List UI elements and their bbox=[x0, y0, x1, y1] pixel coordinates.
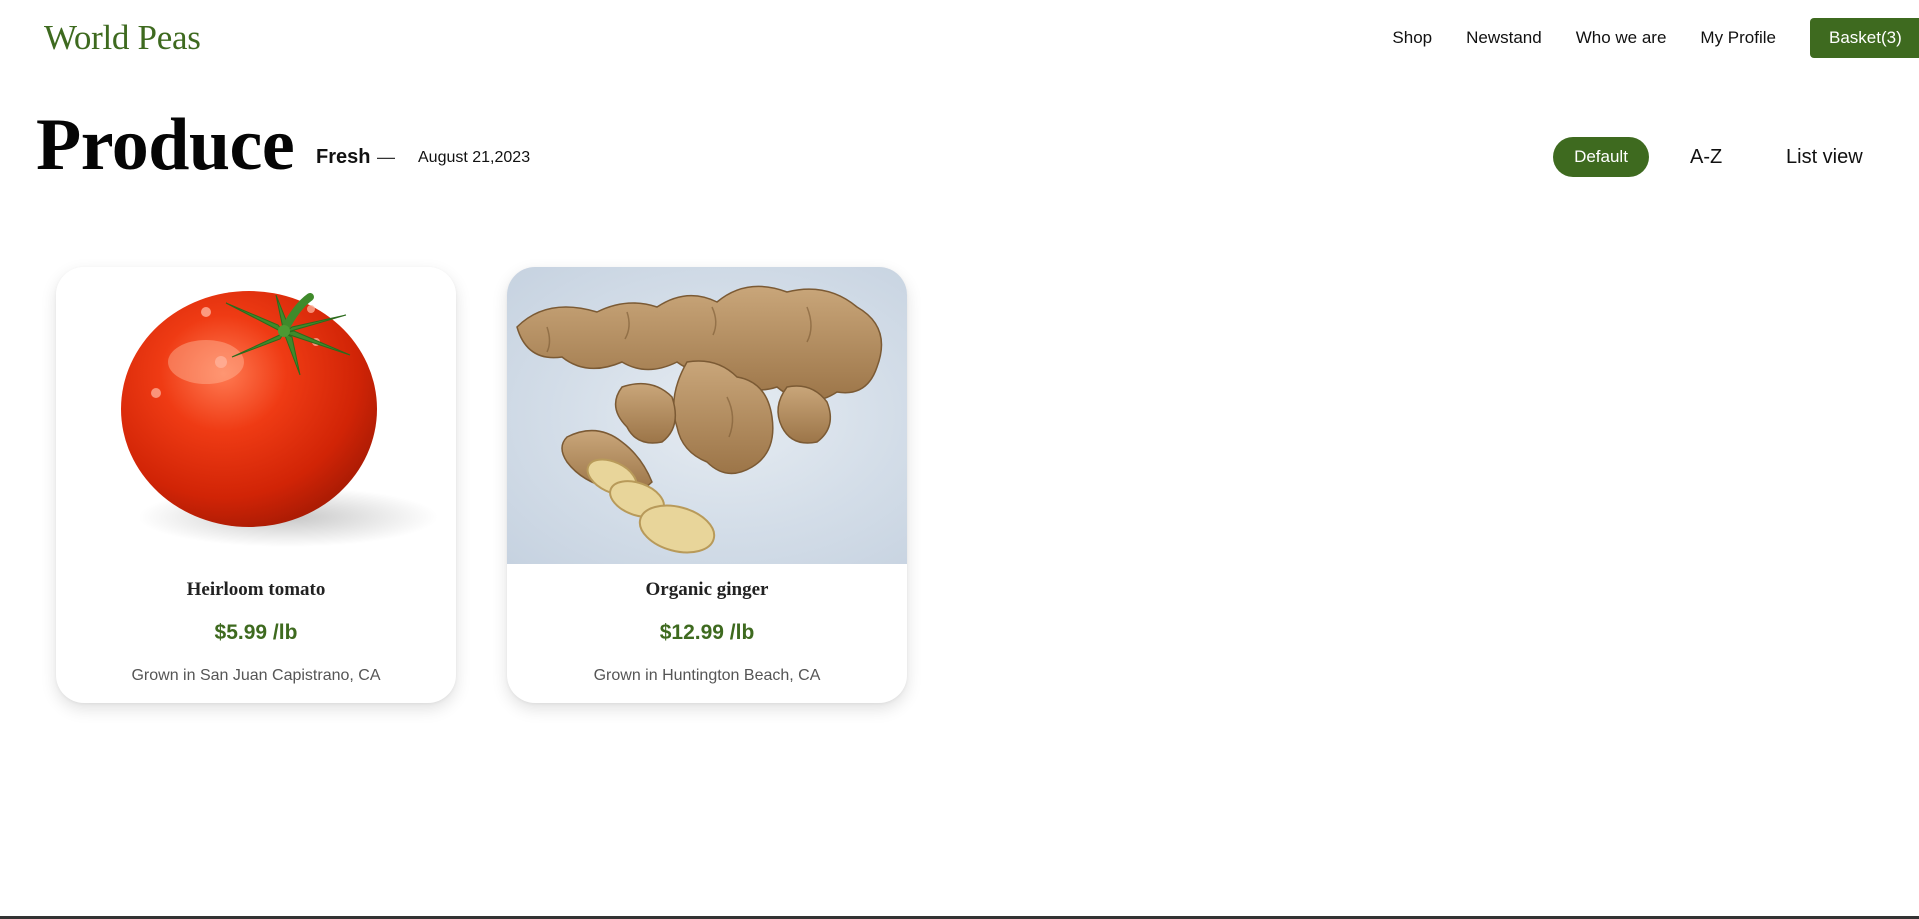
logo[interactable]: World Peas bbox=[44, 16, 201, 60]
header: World Peas Shop Newstand Who we are My P… bbox=[0, 0, 1919, 76]
nav-who-we-are[interactable]: Who we are bbox=[1576, 18, 1667, 58]
basket-button[interactable]: Basket(3) bbox=[1810, 18, 1919, 58]
nav-shop[interactable]: Shop bbox=[1392, 18, 1432, 58]
nav-newstand[interactable]: Newstand bbox=[1466, 18, 1542, 58]
product-origin: Grown in San Juan Capistrano, CA bbox=[131, 667, 381, 684]
list-view-button[interactable]: List view bbox=[1786, 146, 1863, 169]
sort-default-button[interactable]: Default bbox=[1553, 137, 1649, 177]
main-nav: Shop Newstand Who we are My Profile Bask… bbox=[1392, 18, 1919, 58]
subtitle-label: Fresh bbox=[316, 146, 371, 168]
sort-az-button[interactable]: A-Z bbox=[1690, 146, 1722, 169]
tomato-icon bbox=[121, 291, 438, 547]
product-card[interactable]: Organic ginger $12.99 /lb Grown in Hunti… bbox=[507, 267, 907, 703]
ginger-icon bbox=[516, 285, 883, 554]
product-name: Organic ginger bbox=[645, 579, 769, 600]
product-card[interactable]: Heirloom tomato $5.99 /lb Grown in San J… bbox=[56, 267, 456, 703]
product-price: $5.99 /lb bbox=[214, 621, 298, 644]
nav-my-profile[interactable]: My Profile bbox=[1700, 18, 1776, 58]
page-date: August 21,2023 bbox=[418, 149, 531, 166]
ginger-image bbox=[507, 267, 907, 564]
title-row: Produce Fresh — August 21,2023 Default A… bbox=[0, 100, 1919, 200]
product-price: $12.99 /lb bbox=[659, 621, 755, 644]
tomato-image bbox=[56, 267, 456, 564]
page-title: Produce bbox=[36, 104, 295, 186]
subtitle-dash: — bbox=[377, 147, 395, 167]
product-origin: Grown in Huntington Beach, CA bbox=[593, 667, 821, 684]
product-name: Heirloom tomato bbox=[186, 579, 326, 600]
